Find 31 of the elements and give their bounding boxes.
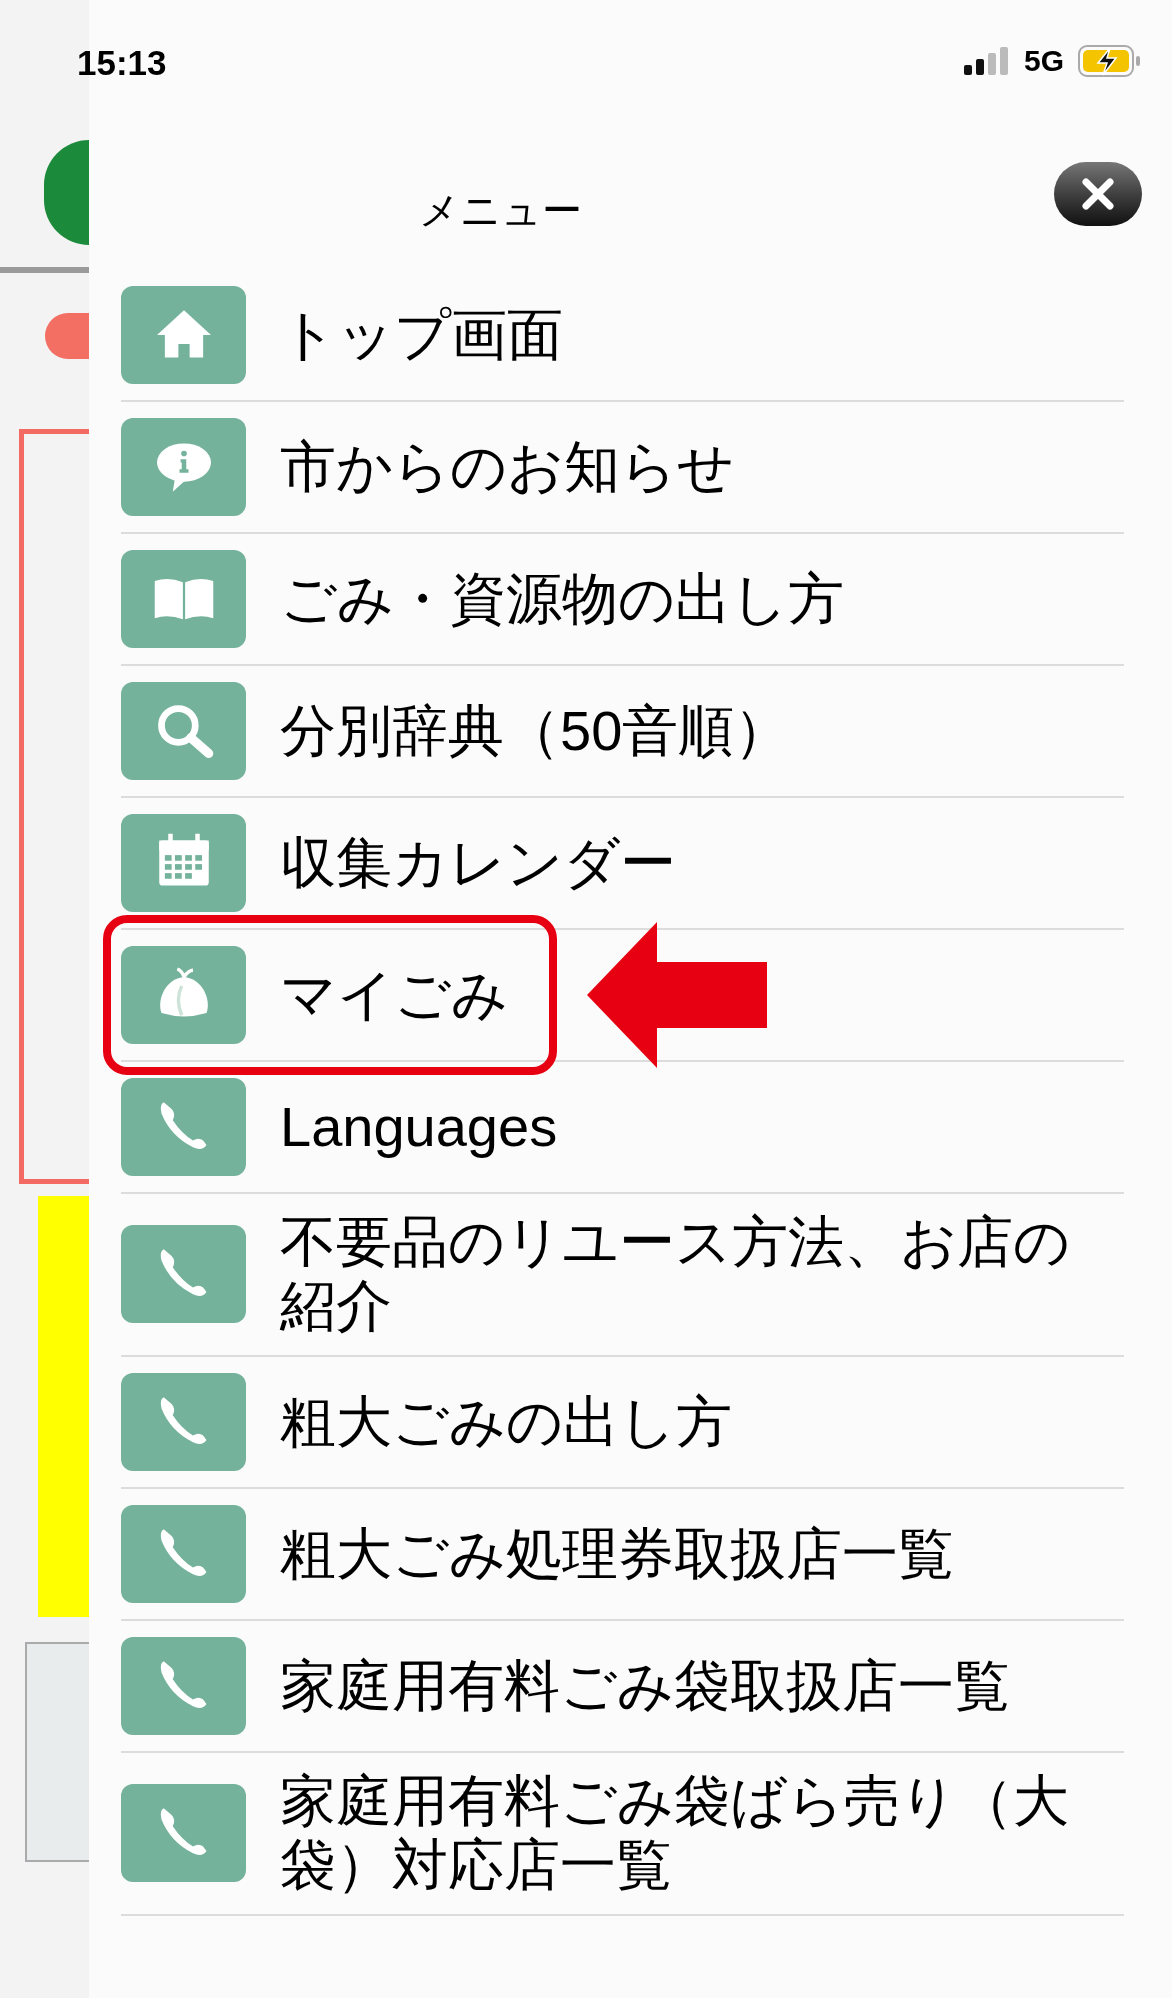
network-label: 5G — [1023, 46, 1064, 76]
menu-item-link[interactable]: 不要品のリユース方法、お店の紹介 — [280, 1210, 1080, 1339]
phone-tile[interactable] — [121, 1225, 246, 1324]
phone-tile[interactable] — [121, 1784, 246, 1883]
menu-item-link[interactable]: Languages — [280, 1094, 1080, 1160]
close-icon — [1080, 176, 1116, 212]
search-tile[interactable] — [121, 682, 246, 780]
menu-item-link[interactable]: トップ画面 — [280, 302, 1080, 368]
info-bubble-tile[interactable] — [121, 418, 246, 516]
status-time: 15:13 — [77, 45, 167, 80]
menu-title: メニュー — [419, 190, 582, 230]
menu-item-link[interactable]: 家庭用有料ごみ袋ばら売り（大袋）対応店一覧 — [280, 1768, 1080, 1898]
menu-item-link[interactable]: ごみ・資源物の出し方 — [280, 566, 1080, 632]
phone-tile[interactable] — [121, 1078, 246, 1176]
menu-item-link[interactable]: マイごみ — [280, 962, 1080, 1028]
info-badge — [45, 313, 89, 359]
battery-charging-icon — [1078, 45, 1142, 77]
phone-tile[interactable] — [121, 1504, 246, 1603]
calendar-tile[interactable] — [121, 814, 246, 912]
menu-item-link[interactable]: 市からのお知らせ — [280, 434, 1080, 500]
house-tile[interactable] — [121, 286, 246, 384]
signal-icon — [963, 47, 1010, 75]
bag-tile[interactable] — [121, 946, 246, 1044]
phone-tile[interactable] — [121, 1372, 246, 1471]
open-book-tile[interactable] — [121, 550, 246, 648]
menu-item-link[interactable]: 収集カレンダー — [280, 830, 1080, 896]
menu-item-link[interactable]: 家庭用有料ごみ袋取扱店一覧 — [280, 1653, 1080, 1718]
menu-item-link[interactable]: 粗大ごみの出し方 — [280, 1389, 1080, 1454]
phone-tile[interactable] — [121, 1636, 246, 1735]
menu-item-link[interactable]: 粗大ごみ処理券取扱店一覧 — [280, 1521, 1080, 1586]
menu-item-link[interactable]: 分別辞典（50音順） — [280, 698, 1080, 764]
